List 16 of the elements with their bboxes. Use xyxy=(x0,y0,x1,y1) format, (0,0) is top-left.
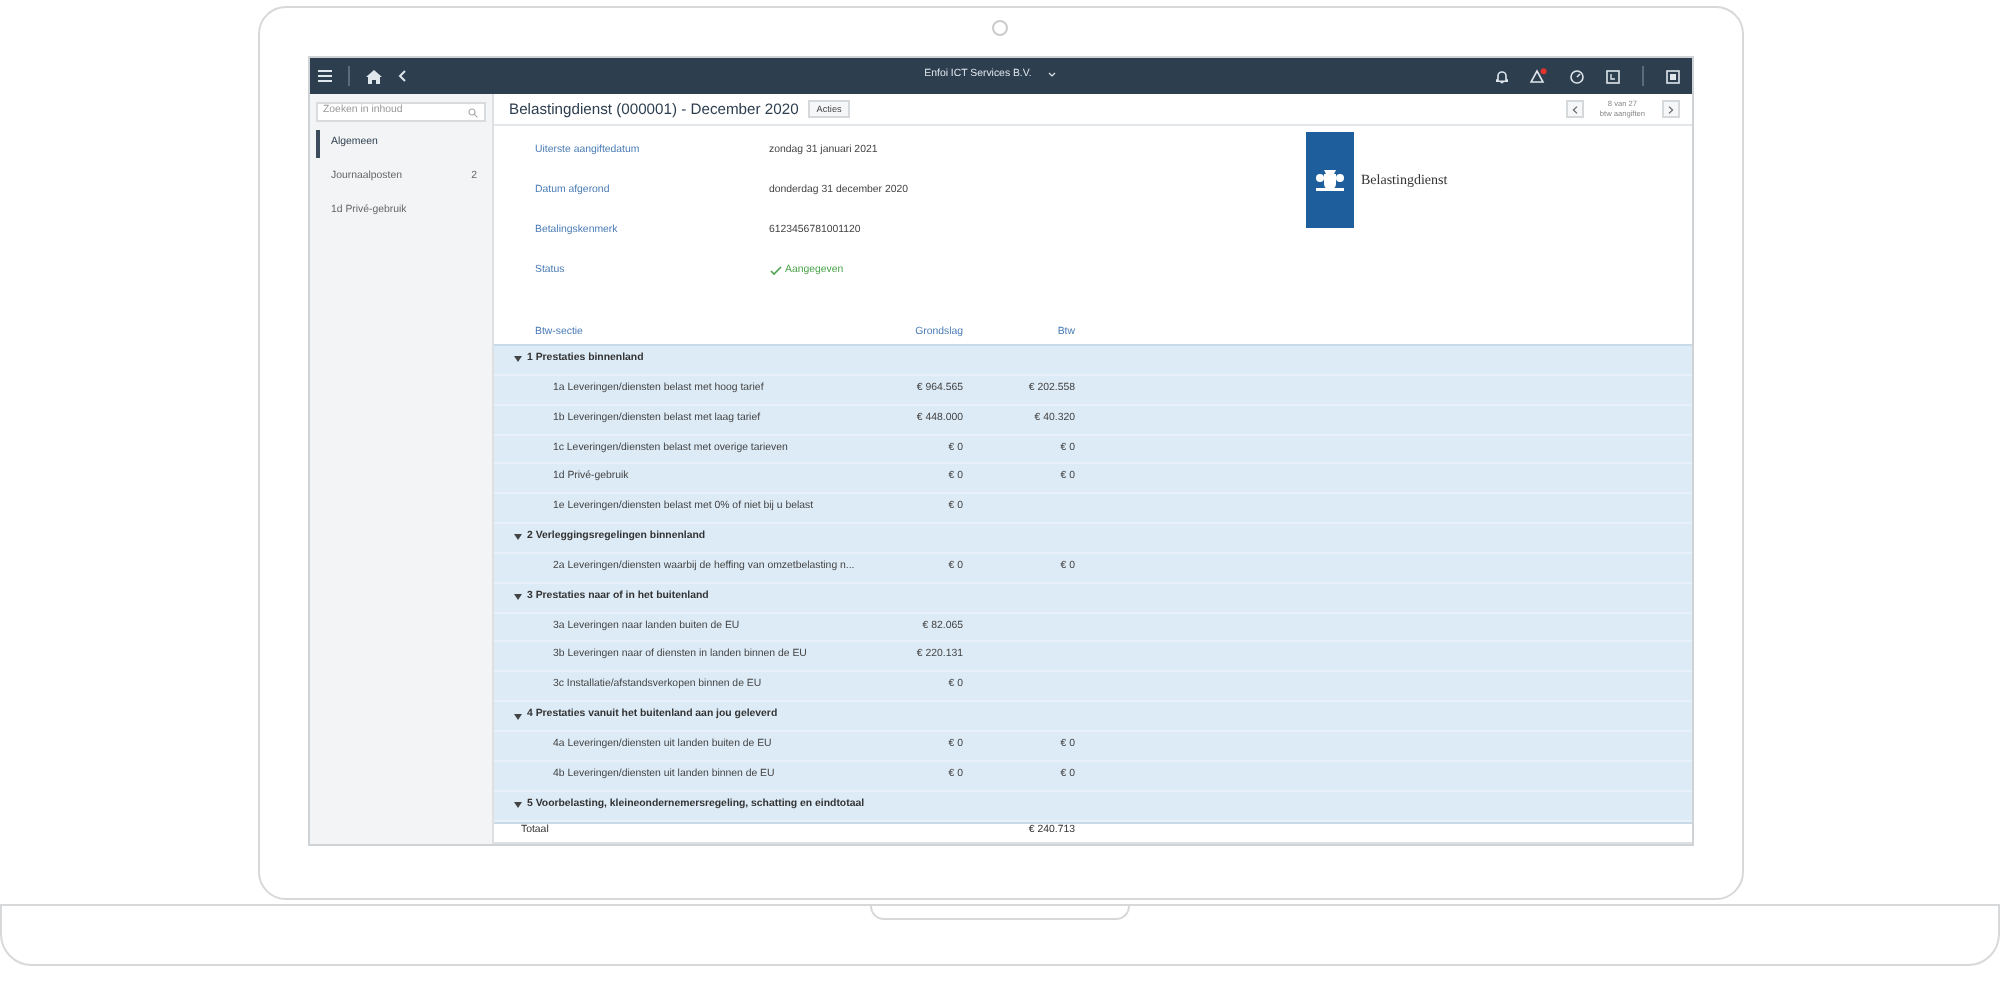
previous-button[interactable] xyxy=(1565,100,1584,118)
warning-icon[interactable] xyxy=(1529,68,1547,84)
coat-of-arms-logo xyxy=(1305,132,1353,228)
caret-icon xyxy=(1047,72,1056,79)
menu-icon[interactable] xyxy=(317,70,331,82)
panel-icon[interactable] xyxy=(1665,69,1679,83)
chevron-left-icon xyxy=(1571,105,1578,113)
home-icon[interactable] xyxy=(365,69,381,83)
bell-icon[interactable] xyxy=(1495,69,1507,83)
search-icon xyxy=(467,107,477,117)
back-icon[interactable] xyxy=(397,70,405,82)
camera-icon xyxy=(992,20,1008,36)
clock-icon[interactable] xyxy=(1569,69,1583,83)
chevron-right-icon xyxy=(1667,105,1673,113)
next-button[interactable] xyxy=(1661,100,1679,118)
check-icon xyxy=(769,266,781,277)
